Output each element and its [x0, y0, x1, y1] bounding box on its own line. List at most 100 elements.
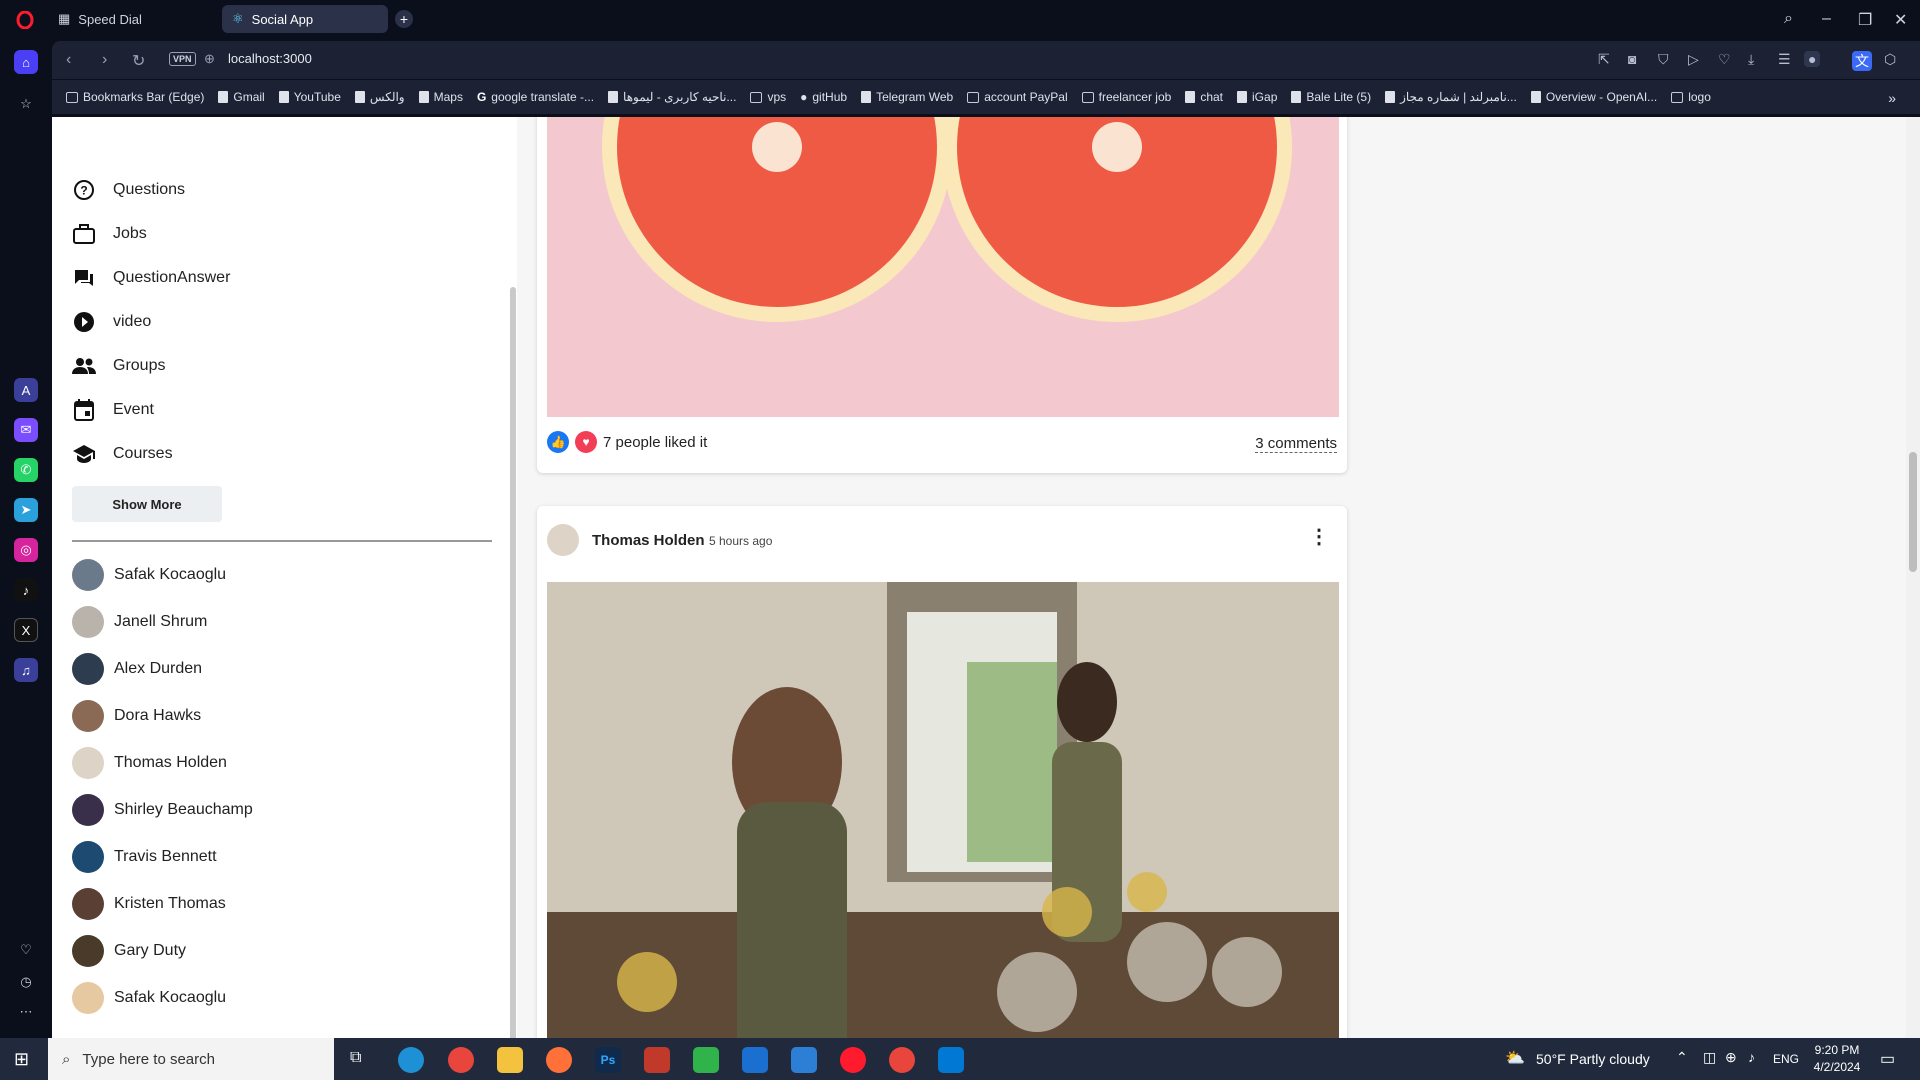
friend-item[interactable]: Janell Shrum	[72, 606, 207, 638]
firefox-icon[interactable]	[546, 1047, 572, 1073]
shield-icon[interactable]: ⛉	[1658, 51, 1669, 68]
nav-item-questions[interactable]: ? Questions	[72, 178, 185, 202]
instagram-icon[interactable]: ◎	[14, 538, 38, 562]
player-icon[interactable]: ♫	[14, 658, 38, 682]
chevron-up-icon[interactable]: ⌃	[1676, 1049, 1688, 1066]
mail-icon[interactable]	[791, 1047, 817, 1073]
opera-menu-icon[interactable]	[13, 8, 37, 32]
edge-icon[interactable]	[398, 1047, 424, 1073]
show-more-button[interactable]: Show More	[72, 486, 222, 522]
camera-icon[interactable]: ◙	[1628, 51, 1636, 67]
clock-date[interactable]: 4/2/2024	[1808, 1060, 1866, 1074]
bookmark-item[interactable]: Overview - OpenAI...	[1530, 90, 1657, 104]
bookmark-item[interactable]: Bale Lite (5)	[1291, 90, 1371, 104]
friend-item[interactable]: Shirley Beauchamp	[72, 794, 253, 826]
messenger-icon[interactable]: ✉	[14, 418, 38, 442]
heart-icon[interactable]: ♡	[14, 938, 38, 962]
back-icon[interactable]: ‹	[66, 51, 71, 69]
history-icon[interactable]: ◷	[14, 970, 38, 994]
heart-icon[interactable]: ♥	[575, 431, 597, 453]
bookmark-item[interactable]: Maps	[418, 90, 463, 104]
photoshop-icon[interactable]: Ps	[595, 1047, 621, 1073]
whatsapp-icon[interactable]: ✆	[14, 458, 38, 482]
download-icon[interactable]: ⤓	[1748, 51, 1754, 68]
avatar[interactable]	[547, 524, 579, 556]
bookmark-item[interactable]: ناحیه کاربری - لیموها...	[608, 90, 736, 104]
star-icon[interactable]: ☆	[14, 92, 38, 116]
tiktok-icon[interactable]: ♪	[14, 578, 38, 602]
file-explorer-icon[interactable]	[497, 1047, 523, 1073]
telegram-icon[interactable]: ➤	[14, 498, 38, 522]
nav-item-groups[interactable]: Groups	[72, 354, 165, 378]
nav-item-jobs[interactable]: Jobs	[72, 222, 147, 246]
search-tabs-icon[interactable]: ⌕	[1784, 10, 1793, 28]
nav-item-courses[interactable]: Courses	[72, 442, 173, 466]
friend-item[interactable]: Alex Durden	[72, 653, 202, 685]
home-icon[interactable]: ⌂	[14, 50, 38, 74]
nav-item-questionanswer[interactable]: QuestionAnswer	[72, 266, 230, 290]
friend-item[interactable]: Travis Bennett	[72, 841, 217, 873]
nav-item-event[interactable]: Event	[72, 398, 154, 422]
friend-item[interactable]: Safak Kocaoglu	[72, 982, 226, 1014]
friend-item[interactable]: Kristen Thomas	[72, 888, 226, 920]
bookmark-item[interactable]: Gmail	[218, 90, 265, 104]
minimize-button[interactable]: –	[1822, 10, 1831, 28]
bookmark-item[interactable]: freelancer job	[1081, 90, 1171, 104]
close-window-button[interactable]: ✕	[1894, 10, 1907, 30]
language-indicator[interactable]: ENG	[1773, 1052, 1799, 1066]
opera-icon[interactable]	[840, 1047, 866, 1073]
x-icon[interactable]: X	[14, 618, 38, 642]
friend-item[interactable]: Gary Duty	[72, 935, 186, 967]
network-icon[interactable]: ◫	[1703, 1049, 1716, 1066]
friend-item[interactable]: Dora Hawks	[72, 700, 201, 732]
clock-time[interactable]: 9:20 PM	[1812, 1043, 1862, 1057]
task-view-icon[interactable]: ⧉	[350, 1049, 361, 1067]
sidebar-scrollbar[interactable]	[510, 287, 516, 1038]
restore-button[interactable]: ❐	[1858, 10, 1872, 30]
friend-item[interactable]: Thomas Holden	[72, 747, 227, 779]
profile-icon[interactable]: ●	[1804, 51, 1821, 67]
bookmark-item[interactable]: vps	[750, 90, 786, 104]
bookmark-item[interactable]: iGap	[1237, 90, 1277, 104]
chrome-icon[interactable]	[889, 1047, 915, 1073]
bookmark-item[interactable]: Telegram Web	[861, 90, 953, 104]
translate-icon[interactable]: 文	[1852, 51, 1872, 71]
store-icon[interactable]	[742, 1047, 768, 1073]
app-icon[interactable]	[644, 1047, 670, 1073]
bookmark-item[interactable]: YouTube	[278, 90, 341, 104]
tab-speed-dial[interactable]: ▦ Speed Dial	[48, 5, 218, 33]
nav-item-video[interactable]: video	[72, 310, 151, 334]
vscode-icon[interactable]	[938, 1047, 964, 1073]
weather-text[interactable]: 50°F Partly cloudy	[1536, 1051, 1650, 1067]
friend-item[interactable]: Safak Kocaoglu	[72, 559, 226, 591]
chrome-icon[interactable]	[448, 1047, 474, 1073]
bookmark-item[interactable]: نامبرلند | شماره مجاز...	[1385, 90, 1517, 104]
bookmark-item[interactable]: logo	[1671, 90, 1711, 104]
post-author[interactable]: Thomas Holden	[592, 532, 705, 549]
aria-icon[interactable]: A	[14, 378, 38, 402]
menu-icon[interactable]: ☰	[1778, 51, 1791, 68]
bookmark-item[interactable]: account PayPal	[967, 90, 1068, 104]
bookmark-item[interactable]: Bookmarks Bar (Edge)	[66, 90, 204, 104]
taskbar-search[interactable]: ⌕ Type here to search	[48, 1038, 334, 1080]
more-vert-icon[interactable]: ⋮	[1309, 524, 1329, 549]
volume-icon[interactable]: ♪	[1748, 1049, 1755, 1065]
play-icon[interactable]: ▷	[1688, 51, 1699, 68]
share-icon[interactable]: ⇱	[1598, 51, 1610, 68]
bookmark-item[interactable]: والکس	[354, 90, 405, 104]
page-scrollbar[interactable]	[1906, 117, 1920, 1038]
comments-link[interactable]: 3 comments	[1255, 435, 1337, 453]
globe-icon[interactable]: ⊕	[1725, 1049, 1737, 1066]
windows-start-icon[interactable]: ⊞	[14, 1049, 29, 1070]
notification-icon[interactable]: ▭	[1880, 1049, 1895, 1069]
app-icon[interactable]	[693, 1047, 719, 1073]
new-tab-button[interactable]: +	[395, 10, 413, 28]
url-field[interactable]: localhost:3000	[228, 51, 312, 66]
bookmark-item[interactable]: chat	[1185, 90, 1223, 104]
heart-icon[interactable]: ♡	[1718, 51, 1731, 68]
bookmark-item[interactable]: ● gitHub	[800, 90, 847, 104]
reload-icon[interactable]: ↻	[132, 51, 145, 71]
extensions-icon[interactable]: ⬡	[1884, 51, 1896, 68]
more-icon[interactable]: ⋯	[14, 1000, 38, 1024]
forward-icon[interactable]: ›	[102, 51, 107, 69]
